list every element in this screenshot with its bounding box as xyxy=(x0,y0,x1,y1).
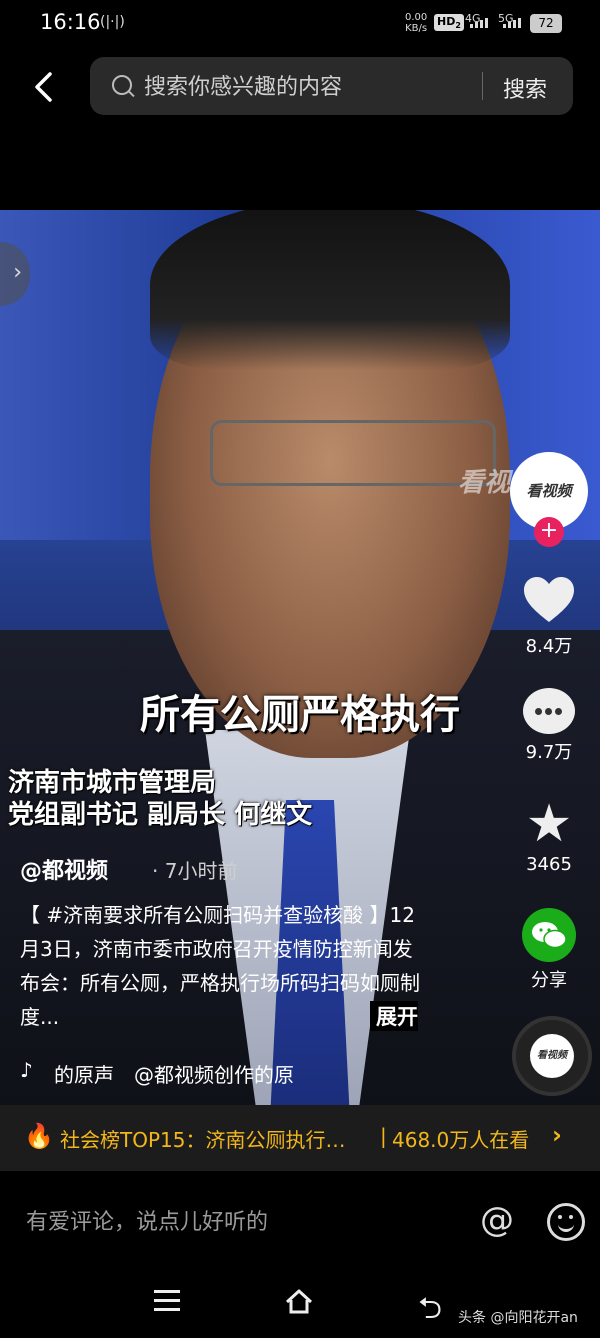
video-caption-line2: 党组副书记 副局长 何继文 xyxy=(8,800,313,830)
favorite-count: 3465 xyxy=(526,854,572,875)
search-button[interactable]: 搜索 xyxy=(503,72,547,104)
author-name[interactable]: @都视频 xyxy=(20,853,108,885)
follow-button[interactable]: + xyxy=(534,517,564,547)
chevron-right-icon: › xyxy=(552,1121,562,1149)
share-label: 分享 xyxy=(531,970,567,991)
hot-rank-viewers: 468.0万人在看 xyxy=(392,1128,530,1152)
net-speed: 0.00 KB/s xyxy=(405,12,428,34)
post-time: · 7小时前 xyxy=(152,859,238,883)
like-count: 8.4万 xyxy=(525,636,573,657)
emoji-icon[interactable] xyxy=(547,1203,585,1241)
music-disc[interactable]: 看视频 xyxy=(512,1016,592,1096)
flame-icon: 🔥 xyxy=(24,1122,54,1150)
music-title[interactable]: 的原声 @都视频创作的原 xyxy=(54,1059,322,1088)
hot-rank-bar[interactable]: 🔥 社会榜TOP15：济南公厕执行… | 468.0万人在看 › xyxy=(0,1105,600,1171)
video-hair xyxy=(150,210,510,370)
search-input[interactable] xyxy=(142,67,476,107)
video-glasses xyxy=(210,420,496,486)
like-button[interactable]: 8.4万 xyxy=(504,576,594,658)
nav-back-button[interactable]: ⮌ xyxy=(418,1286,442,1337)
video-watermark: 看视 xyxy=(458,468,511,498)
hot-rank-title: 社会榜TOP15：济南公厕执行… xyxy=(60,1128,346,1152)
signal-bars-icon xyxy=(470,18,488,28)
battery-indicator: 72 xyxy=(530,14,562,33)
chevron-left-icon xyxy=(35,72,52,102)
comment-button[interactable]: 9.7万 xyxy=(504,688,594,764)
comment-input[interactable]: 有爱评论，说点儿好听的 xyxy=(26,1204,268,1236)
home-icon xyxy=(285,1289,313,1314)
music-note-icon: ♪ xyxy=(20,1058,33,1082)
star-icon: ★ xyxy=(525,794,573,854)
nav-menu-button[interactable] xyxy=(154,1290,180,1317)
favorite-button[interactable]: ★ 3465 xyxy=(504,798,594,875)
hd-badge: HD2 xyxy=(434,14,464,32)
share-button[interactable]: 分享 xyxy=(504,908,594,992)
comment-count: 9.7万 xyxy=(525,742,573,763)
search-divider xyxy=(482,72,483,100)
status-time: 16:16 xyxy=(40,10,101,34)
signal-bars-icon xyxy=(503,18,521,28)
vibrate-icon: (|·|) xyxy=(100,14,125,30)
nav-home-button[interactable] xyxy=(284,1286,314,1316)
search-icon xyxy=(112,75,132,95)
brand-watermark: 头条 @向阳花开an xyxy=(458,1310,578,1326)
heart-icon xyxy=(524,577,574,622)
status-bar: 16:16 (|·|) 0.00 KB/s HD2 4G 5G 72 xyxy=(0,0,600,48)
back-button[interactable] xyxy=(28,70,62,104)
wechat-icon xyxy=(522,908,576,962)
chevron-right-icon: › xyxy=(13,260,22,285)
music-disc-cover: 看视频 xyxy=(530,1034,574,1078)
comment-icon xyxy=(523,688,575,734)
hot-rank-separator: | xyxy=(380,1124,387,1148)
at-mention-icon[interactable]: @ xyxy=(480,1200,514,1240)
expand-button[interactable]: 展开 xyxy=(370,1001,418,1031)
search-bar: 搜索 xyxy=(90,57,573,115)
post-description: 【 #济南要求所有公厕扫码并查验核酸 】12月3日，济南市委市政府召开疫情防控新… xyxy=(20,903,420,1029)
